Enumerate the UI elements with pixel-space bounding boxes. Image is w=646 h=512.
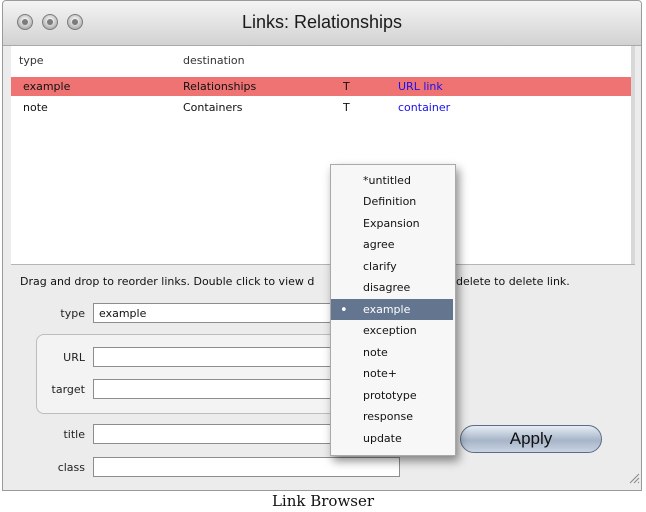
menu-item-label: disagree (363, 281, 411, 294)
table-row[interactable]: example Relationships T URL link (11, 77, 631, 96)
row-flag: T (343, 101, 350, 114)
menu-item[interactable]: agree (331, 234, 453, 255)
menu-item-label: exception (363, 324, 417, 337)
menu-item[interactable]: disagree (331, 277, 453, 298)
column-header-destination[interactable]: destination (183, 54, 245, 67)
class-label: class (57, 461, 85, 474)
menu-item-label: example (363, 303, 411, 316)
instructions-text-end: delete to delete link. (456, 275, 570, 288)
menu-item[interactable]: clarify (331, 256, 453, 277)
menu-item-label: prototype (363, 389, 417, 402)
window-title: Links: Relationships (241, 12, 403, 32)
resize-grip-icon[interactable] (628, 472, 640, 484)
row-destination: Relationships (183, 80, 257, 93)
menu-item-selected[interactable]: • example (331, 299, 453, 320)
type-field[interactable]: example (93, 303, 333, 323)
row-type: note (23, 101, 48, 114)
class-field[interactable] (93, 457, 400, 477)
target-label: target (51, 383, 85, 396)
row-link: container (398, 101, 451, 114)
type-label: type (60, 307, 85, 320)
table-row[interactable]: note Containers T container (11, 98, 631, 117)
menu-item[interactable]: prototype (331, 385, 453, 406)
menu-item[interactable]: exception (331, 320, 453, 341)
type-popup-menu: *untitled Definition Expansion agree cla… (330, 164, 456, 456)
menu-item-label: note+ (363, 367, 397, 380)
link-browser-window: Links: Relationships type destination ex… (2, 0, 642, 491)
menu-item-label: response (363, 410, 413, 423)
menu-item[interactable]: note (331, 342, 453, 363)
menu-item-label: Expansion (363, 217, 420, 230)
title-label: title (63, 428, 85, 441)
menu-item[interactable]: note+ (331, 363, 453, 384)
url-target-group (36, 334, 368, 414)
selected-bullet-icon: • (340, 303, 348, 318)
row-destination: Containers (183, 101, 243, 114)
title-bar: Links: Relationships (3, 1, 641, 46)
url-label: URL (63, 351, 85, 364)
menu-item[interactable]: update (331, 428, 453, 449)
menu-item[interactable]: Definition (331, 191, 453, 212)
menu-item[interactable]: response (331, 406, 453, 427)
links-table: type destination example Relationships T… (11, 46, 635, 265)
url-field[interactable] (93, 347, 333, 367)
column-header-type[interactable]: type (19, 54, 44, 67)
row-type: example (23, 80, 71, 93)
instructions-text-start: Drag and drop to reorder links. Double c… (20, 275, 315, 288)
row-link: URL link (398, 80, 443, 93)
menu-item-label: clarify (363, 260, 397, 273)
row-flag: T (343, 80, 350, 93)
menu-item[interactable]: Expansion (331, 213, 453, 234)
menu-item-label: update (363, 432, 402, 445)
menu-item-label: Definition (363, 195, 417, 208)
apply-button[interactable]: Apply (460, 425, 602, 453)
figure-caption: Link Browser (271, 492, 375, 510)
menu-item-label: agree (363, 238, 395, 251)
target-field[interactable] (93, 379, 333, 399)
menu-item-label: note (363, 346, 388, 359)
menu-item[interactable]: *untitled (331, 170, 453, 191)
menu-item-label: *untitled (363, 174, 411, 187)
instructions-text: Drag and drop to reorder links. Double c… (20, 275, 570, 288)
table-scrollbar[interactable] (631, 46, 635, 264)
